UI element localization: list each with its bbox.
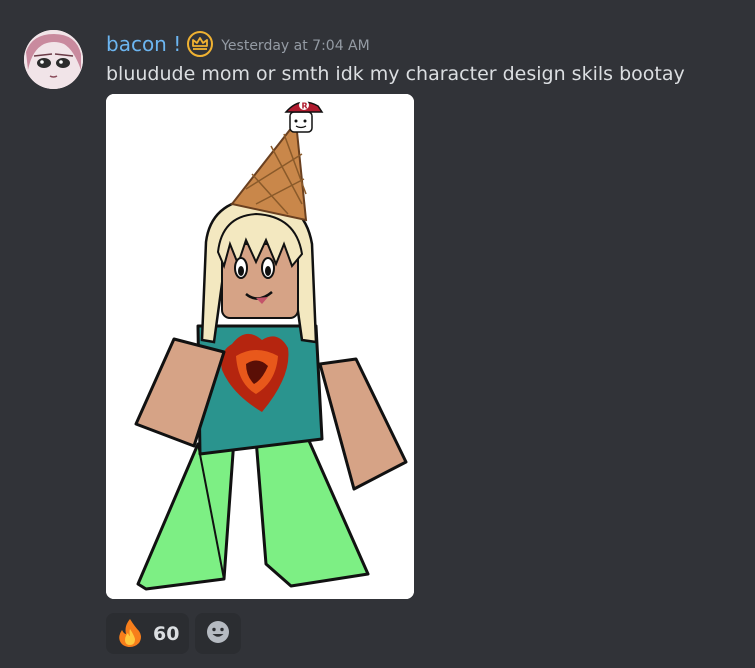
message-timestamp[interactable]: Yesterday at 7:04 AM xyxy=(221,38,369,54)
character-drawing-image: R xyxy=(106,94,414,599)
message-content: bluudude mom or smth idk my character de… xyxy=(106,63,685,85)
reaction-count: 60 xyxy=(153,622,180,645)
reaction-fire[interactable]: 60 xyxy=(106,613,190,654)
chat-message: bacon ! Yesterday at 7:04 AM bluudude mo… xyxy=(0,0,755,668)
message-header: bacon ! Yesterday at 7:04 AM xyxy=(106,30,370,58)
crown-badge-icon[interactable] xyxy=(185,29,215,59)
add-reaction-button[interactable] xyxy=(195,613,242,654)
hat-letter: R xyxy=(302,102,308,111)
reactions-bar: 60 xyxy=(106,613,242,654)
user-avatar[interactable] xyxy=(24,30,83,89)
username[interactable]: bacon ! xyxy=(106,32,181,56)
image-attachment[interactable]: R xyxy=(106,94,414,599)
smiley-add-reaction-icon xyxy=(205,619,231,649)
fire-emoji-icon xyxy=(115,617,145,651)
anime-avatar-icon xyxy=(24,30,83,89)
